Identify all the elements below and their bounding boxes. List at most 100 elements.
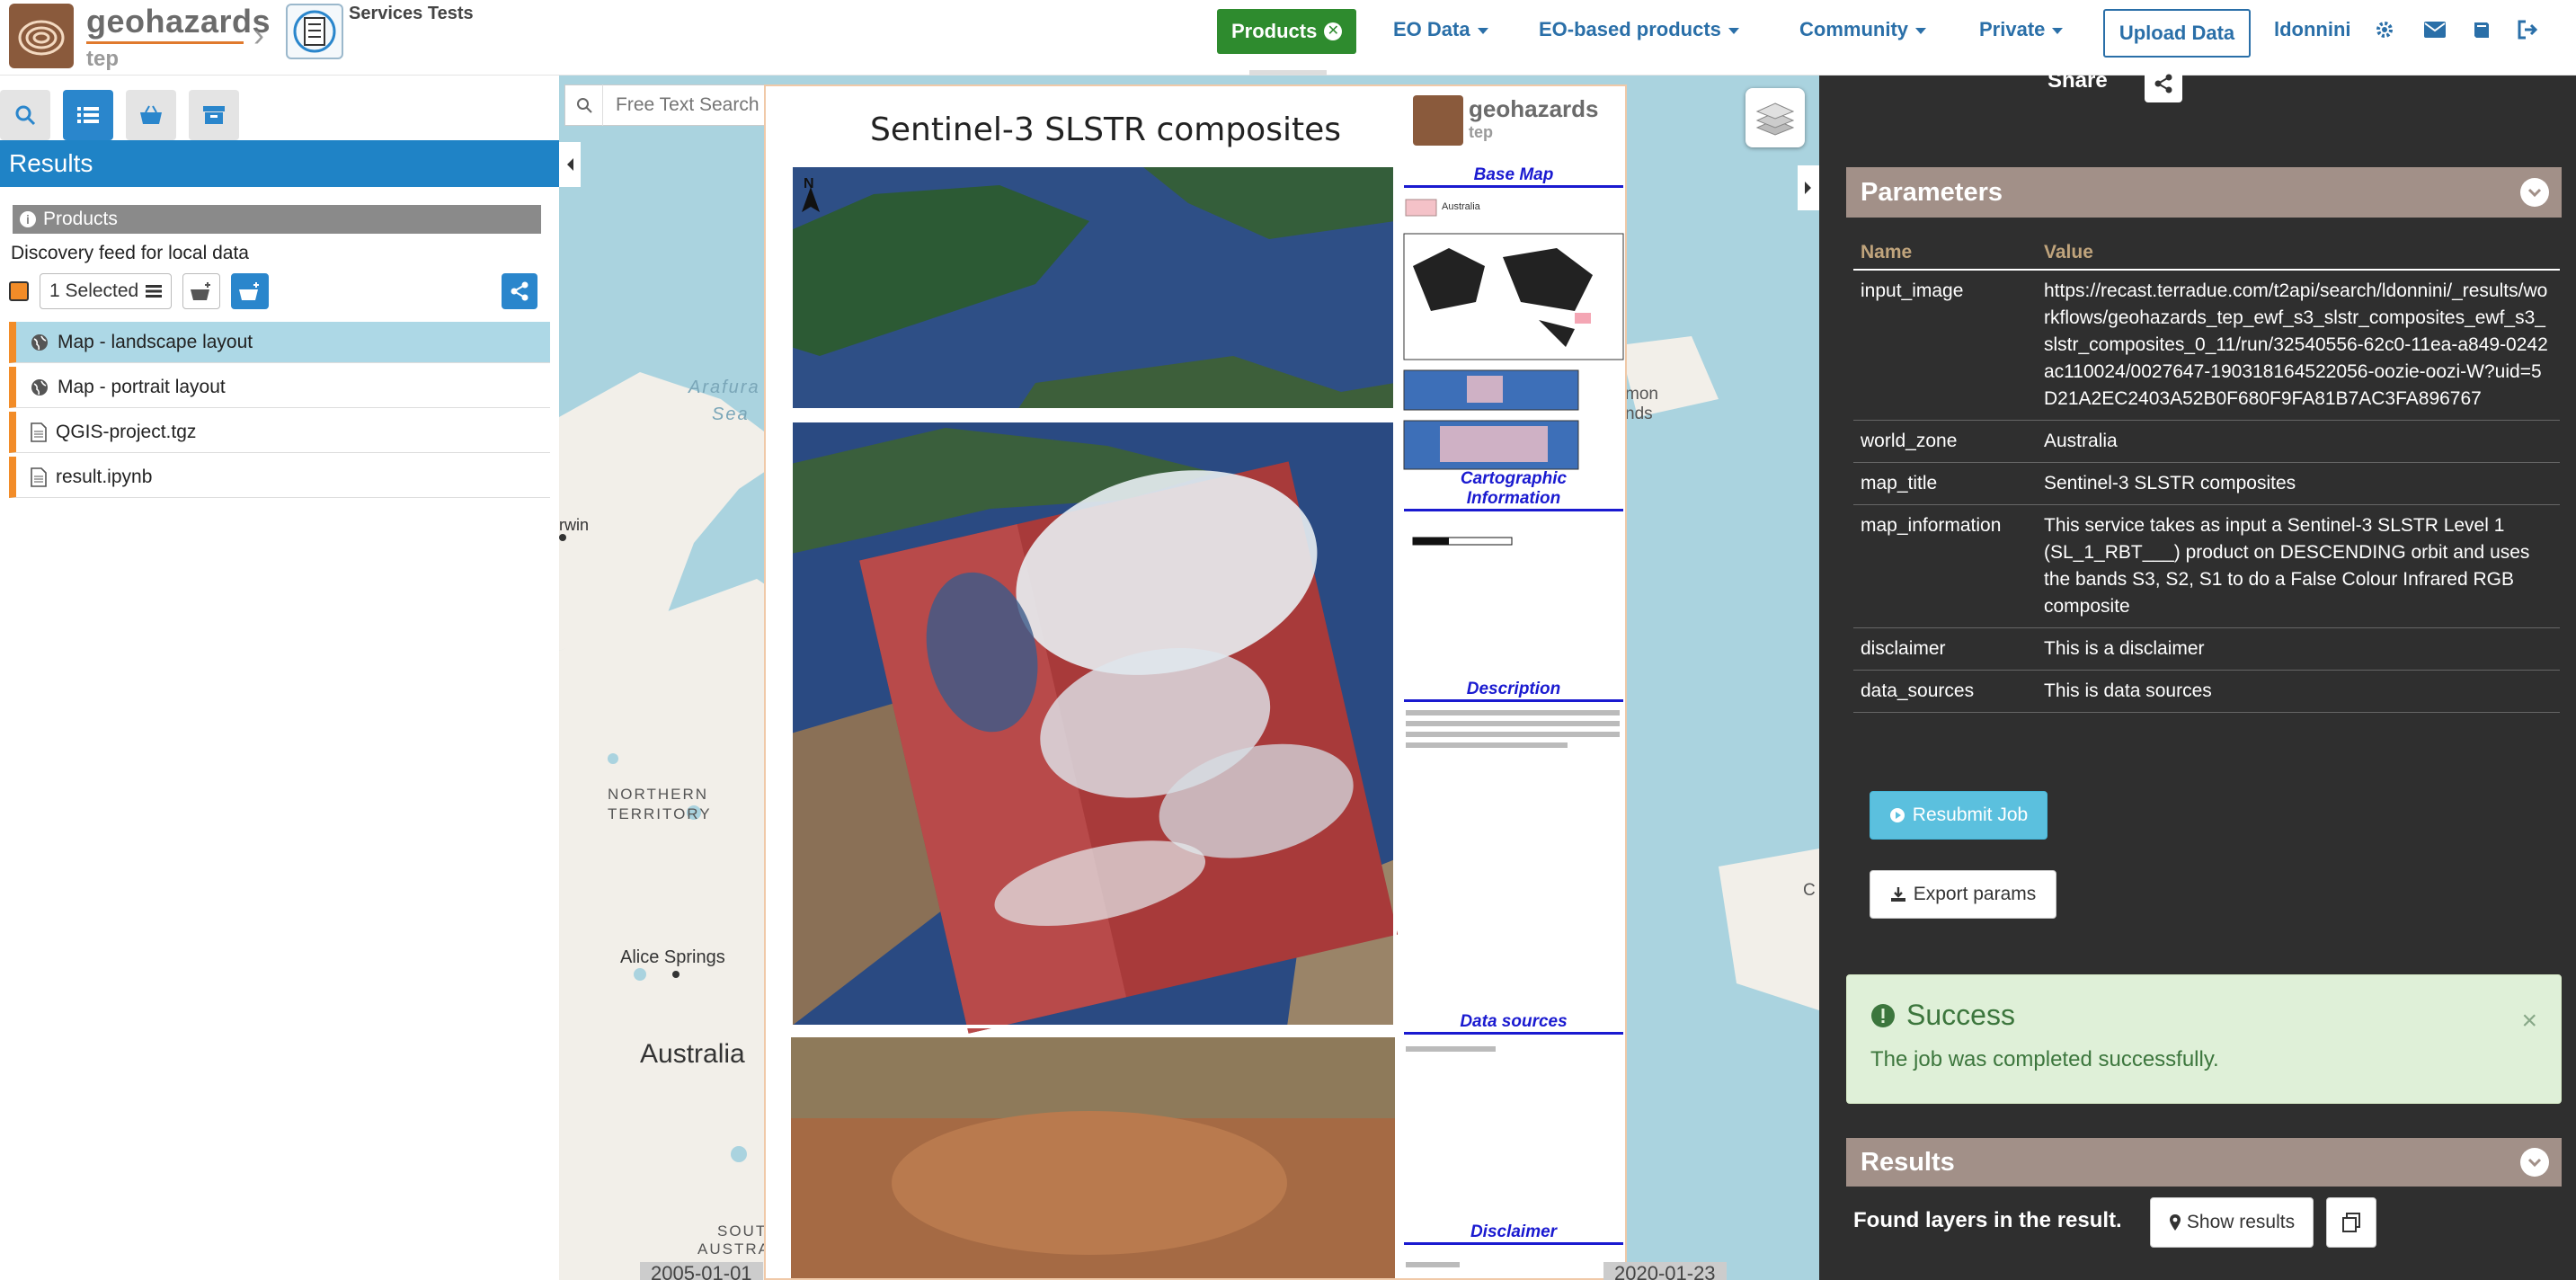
collapse-right-button[interactable] (1798, 165, 1819, 210)
found-layers-label: Found layers in the result. (1853, 1208, 2122, 1232)
results-header: Results (0, 140, 559, 187)
param-value: This is data sources (2037, 670, 2560, 713)
upload-data-button[interactable]: Upload Data (2103, 9, 2251, 58)
selection-toolbar: 1 Selected (9, 273, 270, 309)
nav-community[interactable]: Community (1799, 18, 1926, 41)
results-panel-header[interactable]: Results (1846, 1138, 2562, 1187)
brand-underline (86, 41, 244, 44)
search-icon (15, 105, 36, 126)
list-item-label: result.ipynb (56, 466, 153, 487)
caret-down-icon (2052, 27, 2064, 34)
share-results-button[interactable] (502, 273, 537, 309)
envelope-icon[interactable] (2421, 16, 2448, 43)
map-label-sea: Sea (712, 404, 750, 424)
caret-down-icon (1728, 27, 1739, 34)
book-icon[interactable] (2468, 16, 2495, 43)
file-icon (31, 422, 47, 442)
sign-out-icon[interactable] (2515, 16, 2542, 43)
list-item[interactable]: QGIS-project.tgz (9, 412, 550, 453)
products-header[interactable]: i Products (13, 205, 541, 234)
select-all-checkbox[interactable] (9, 281, 29, 301)
parameters-table: Name Value input_image https://recast.te… (1853, 236, 2560, 713)
archive-icon (203, 106, 225, 124)
list-tool-button[interactable] (63, 90, 113, 140)
service-icon[interactable] (286, 4, 343, 59)
basket-add-icon (239, 282, 260, 300)
download-icon (1890, 887, 1905, 902)
table-row: data_sources This is data sources (1853, 670, 2560, 713)
list-item-label: QGIS-project.tgz (56, 421, 197, 442)
nav-private-label: Private (1979, 18, 2046, 40)
nav-eo-data-label: EO Data (1393, 18, 1470, 40)
caret-down-icon (1477, 27, 1488, 34)
export-params-button[interactable]: Export params (1870, 870, 2056, 919)
close-icon[interactable]: × (2521, 1006, 2537, 1036)
resubmit-job-button[interactable]: Resubmit Job (1870, 791, 2047, 840)
table-row: disclaimer This is a disclaimer (1853, 627, 2560, 671)
time-range-start[interactable]: 2005-01-01 (640, 1262, 763, 1280)
param-value: Australia (2037, 420, 2560, 463)
logo-icon (18, 20, 65, 56)
nav-eo-data[interactable]: EO Data (1393, 18, 1488, 41)
list-icon (77, 107, 99, 123)
selected-count: 1 Selected (49, 280, 139, 301)
nav-eo-based-products-label: EO-based products (1539, 18, 1721, 40)
products-label: Products (43, 209, 118, 229)
checklist-icon (293, 10, 336, 53)
nav-private[interactable]: Private (1979, 18, 2064, 41)
add-to-basket-button[interactable] (182, 273, 221, 309)
map-label-city: rwin (559, 516, 590, 534)
nav-products[interactable]: Products ✕ (1217, 9, 1357, 54)
bars-icon (146, 285, 163, 298)
copy-icon (2342, 1213, 2360, 1232)
gear-icon[interactable] (2371, 16, 2398, 43)
nav-products-label: Products (1231, 20, 1318, 42)
search-tool-button[interactable] (0, 90, 50, 140)
selected-dropdown[interactable]: 1 Selected (40, 273, 173, 309)
chevron-down-icon[interactable] (2520, 1148, 2549, 1177)
archive-tool-button[interactable] (189, 90, 239, 140)
map-label-city: Alice Springs (620, 947, 725, 967)
list-item-label: Map - landscape layout (58, 331, 253, 352)
map-preview[interactable]: Sentinel-3 SLSTR composites geohazards t… (764, 84, 1627, 1280)
map-label-region: SOUT (717, 1222, 768, 1240)
alert-title: Success (1870, 999, 2015, 1032)
close-circle-icon[interactable]: ✕ (1324, 22, 1343, 40)
alert-title-text: Success (1906, 999, 2015, 1031)
search-icon (565, 84, 603, 126)
param-value: This service takes as input a Sentinel-3… (2037, 504, 2560, 628)
legend-heading-disclaimer: Disclaimer (1404, 1222, 1623, 1245)
time-range-end[interactable]: 2020-01-23 (1603, 1262, 1727, 1280)
share-button[interactable] (2145, 65, 2182, 102)
add-all-to-basket-button[interactable] (231, 273, 270, 309)
basket-tool-button[interactable] (126, 90, 176, 140)
legend-heading-data-sources: Data sources (1404, 1012, 1623, 1035)
caret-right-icon (1805, 182, 1811, 194)
param-name: map_title (1853, 462, 2037, 505)
list-item[interactable]: Map - portrait layout (9, 367, 550, 408)
globe-icon (31, 378, 48, 396)
table-row: map_title Sentinel-3 SLSTR composites (1853, 462, 2560, 505)
list-item[interactable]: Map - landscape layout (9, 322, 550, 363)
globe-icon (31, 333, 48, 351)
parameters-header[interactable]: Parameters (1846, 167, 2562, 218)
nav-user[interactable]: ldonnini (2274, 18, 2351, 41)
export-label: Export params (1913, 884, 2037, 904)
success-alert: Success The job was completed successful… (1846, 974, 2562, 1104)
brand[interactable]: geohazards tep (86, 4, 271, 73)
geohazards-logo[interactable] (9, 4, 74, 68)
file-icon (31, 467, 47, 487)
collapse-left-button[interactable] (559, 142, 581, 187)
nav-eo-based-products[interactable]: EO-based products (1539, 18, 1739, 41)
legend-heading-description: Description (1404, 680, 1623, 702)
list-item[interactable]: result.ipynb (9, 457, 550, 498)
map-label-region: NORTHERN (608, 786, 709, 803)
param-value: This is a disclaimer (2037, 627, 2560, 671)
show-results-button[interactable]: Show results (2150, 1197, 2314, 1248)
param-name: world_zone (1853, 420, 2037, 463)
table-row: input_image https://recast.terradue.com/… (1853, 270, 2560, 421)
legend-item-label: Australia (1442, 201, 1480, 212)
chevron-down-icon[interactable] (2520, 178, 2549, 207)
layers-button[interactable] (1745, 88, 1805, 147)
copy-button[interactable] (2326, 1197, 2376, 1248)
